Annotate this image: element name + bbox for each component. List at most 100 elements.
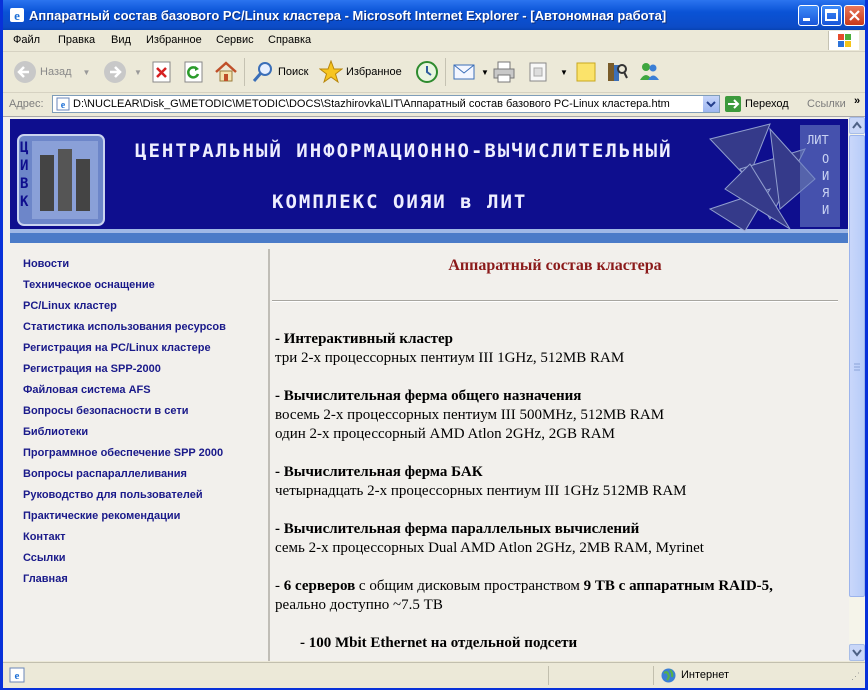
servers-dash: - [275,578,284,594]
toolbar-separator [445,58,446,86]
scroll-thumb[interactable] [849,135,865,597]
forward-arrow-icon [104,61,126,83]
close-button[interactable] [844,5,865,26]
title-bar[interactable]: e Аппаратный состав базового PC/Linux кл… [3,0,865,30]
messenger-button[interactable] [637,60,661,84]
nav-link-home[interactable]: Главная [23,573,68,585]
section-servers-available: реально доступно ~7.5 ТВ [275,597,443,613]
banner-title-line2: КОМПЛЕКС ОИЯИ в ЛИТ [272,191,528,213]
menu-tools[interactable]: Сервис [216,34,254,46]
banner-background-graphic [10,123,848,243]
home-button[interactable] [214,60,238,84]
print-button[interactable] [492,60,516,84]
section-lhc-farm-text: четырнадцать 2-х процессорных пентиум II… [275,483,687,499]
research-icon [608,63,628,81]
links-label[interactable]: Ссылки [807,98,846,110]
banner-title-line1: ЦЕНТРАЛЬНЫЙ ИНФОРМАЦИОННО-ВЫЧИСЛИТЕЛЬНЫЙ [135,140,673,162]
address-input[interactable]: e D:\NUCLEAR\Disk_G\METODIC\METODIC\DOCS… [52,95,720,113]
research-button[interactable] [605,60,629,84]
nav-link-statistics[interactable]: Статистика использования ресурсов [23,321,226,333]
nav-link-cluster[interactable]: PC/Linux кластер [23,300,117,312]
go-button[interactable]: Переход [725,96,789,112]
search-button[interactable]: Поиск [251,60,308,84]
logo-letter: В [20,176,29,192]
minimize-icon [803,18,810,21]
history-icon [416,61,438,83]
nav-link-libraries[interactable]: Библиотеки [23,426,88,438]
menu-bar: Файл Правка Вид Избранное Сервис Справка [3,30,865,52]
menu-edit[interactable]: Правка [58,34,95,46]
nav-link-recommendations[interactable]: Практические рекомендации [23,510,180,522]
section-network: - 100 Mbit Ethernet на отдельной подсети [300,635,578,651]
back-button[interactable]: Назад ▼ [13,60,90,84]
logo-letter: Ц [20,140,29,156]
nav-link-user-guide[interactable]: Руководство для пользователей [23,489,203,501]
maximize-icon [825,9,838,21]
address-label: Адрес: [9,98,44,110]
logo-letter: О [822,152,830,166]
forward-dropdown-icon[interactable]: ▼ [134,68,142,77]
section-lhc-farm-title: - Вычислительная ферма БАК [275,464,483,480]
windows-logo-icon [828,31,859,50]
search-icon [252,62,272,82]
nav-link-register-spp[interactable]: Регистрация на SPP-2000 [23,363,161,375]
menu-file[interactable]: Файл [13,34,40,46]
mail-button[interactable]: ▼ [452,60,489,84]
nav-link-parallel[interactable]: Вопросы распараллеливания [23,468,187,480]
toolbar: Назад ▼ ▼ Поиск Избранное ▼ ▼ [3,52,865,93]
nav-link-news[interactable]: Новости [23,258,69,270]
section-servers-line: - 6 серверов с общим дисковым пространст… [275,578,773,595]
page-status-icon: e [9,667,25,683]
page-icon: e [56,97,70,111]
section-interactive-text: три 2-х процессорных пентиум III 1GHz, 5… [275,350,625,366]
logo-letters-right: О И Я И [822,151,836,219]
logo-letter: К [20,194,29,210]
edit-dropdown-icon[interactable]: ▼ [560,68,568,77]
nav-link-contact[interactable]: Контакт [23,531,65,543]
nav-link-spp-software[interactable]: Программное обеспечение SPP 2000 [23,447,223,459]
history-button[interactable] [415,60,439,84]
left-navigation: Новости Техническое оснащение PC/Linux к… [10,249,270,661]
maximize-button[interactable] [821,5,842,26]
note-icon [576,62,596,82]
home-icon [215,61,237,82]
printer-icon [493,61,515,83]
edit-button[interactable]: ▼ [527,60,568,84]
back-dropdown-icon[interactable]: ▼ [83,68,91,77]
vertical-scrollbar[interactable] [849,117,865,661]
servers-desc: с общим дисковым пространством [355,578,584,594]
favorites-button[interactable]: Избранное [319,60,402,84]
logo-letters-left: Ц И В К [20,139,34,211]
status-bar: e Интернет ⋰ [3,662,865,688]
nav-link-links[interactable]: Ссылки [23,552,66,564]
nav-link-afs[interactable]: Файловая система AFS [23,384,151,396]
menu-help[interactable]: Справка [268,34,311,46]
section-general-farm-text1: восемь 2-х процессорных пентиум III 500M… [275,407,665,423]
mail-dropdown-icon[interactable]: ▼ [481,68,489,77]
go-label: Переход [745,98,789,110]
refresh-button[interactable] [183,60,205,84]
stop-button[interactable] [151,60,173,84]
menu-favorites[interactable]: Избранное [146,34,202,46]
resize-grip-icon[interactable]: ⋰ [851,671,860,682]
address-dropdown-icon[interactable] [703,96,719,112]
nav-link-equipment[interactable]: Техническое оснащение [23,279,155,291]
section-interactive-title: - Интерактивный кластер [275,331,454,347]
svg-text:e: e [14,8,20,23]
back-arrow-icon [14,61,36,83]
chevron-up-icon [852,121,862,129]
menu-view[interactable]: Вид [111,34,131,46]
scroll-down-button[interactable] [849,644,865,661]
scroll-up-button[interactable] [849,117,865,134]
forward-button[interactable]: ▼ [103,60,142,84]
minimize-button[interactable] [798,5,819,26]
nav-link-security[interactable]: Вопросы безопасности в сети [23,405,188,417]
logo-letter: Я [822,186,830,200]
discuss-button[interactable] [575,60,597,84]
nav-link-register-cluster[interactable]: Регистрация на PC/Linux кластере [23,342,211,354]
main-article: Аппаратный состав кластера - Интерактивн… [270,249,849,661]
messenger-icon [640,63,659,80]
chevron-right-icon[interactable]: » [854,95,860,107]
toolbar-separator [244,58,245,86]
status-divider [548,666,549,685]
